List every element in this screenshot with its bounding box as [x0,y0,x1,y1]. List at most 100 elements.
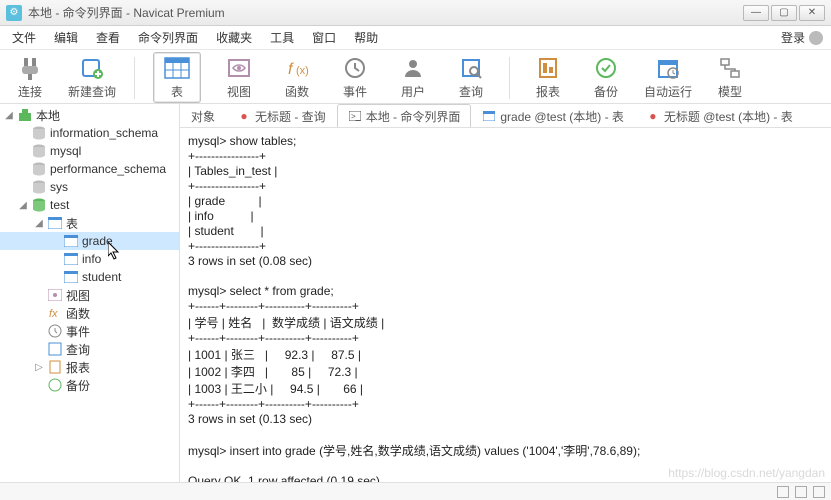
function-icon: fx [47,306,63,320]
dirty-dot-icon: ● [237,109,251,123]
main-area: 对象 ●无标题 - 查询 >_本地 - 命令列界面 grade @test (本… [180,104,831,482]
toolbar-view-label: 视图 [227,83,251,100]
menu-view[interactable]: 查看 [92,27,124,48]
tree-reports[interactable]: ▷报表 [0,358,179,376]
status-pane-toggle[interactable] [813,486,825,498]
menu-edit[interactable]: 编辑 [50,27,82,48]
tree-backups[interactable]: 备份 [0,376,179,394]
tree-db[interactable]: mysql [0,142,179,160]
tree-views[interactable]: 视图 [0,286,179,304]
toolbar-function[interactable]: f(x) 函数 [277,55,317,100]
tree-table-grade[interactable]: grade [0,232,179,250]
toolbar: 连接 新建查询 表 视图 f(x) 函数 事件 用户 查询 报表 备份 自动运行 [0,50,831,104]
toolbar-query-label: 查询 [459,83,483,100]
menu-window[interactable]: 窗口 [308,27,340,48]
tab-query-untitled[interactable]: ●无标题 - 查询 [226,104,337,127]
tree-functions[interactable]: fx函数 [0,304,179,322]
menu-tools[interactable]: 工具 [266,27,298,48]
tree-queries[interactable]: 查询 [0,340,179,358]
tab-grade-table[interactable]: grade @test (本地) - 表 [471,104,635,127]
backup-icon [593,55,619,81]
database-icon [31,162,47,176]
table-icon [63,270,79,284]
menu-file[interactable]: 文件 [8,27,40,48]
close-button[interactable]: ✕ [799,5,825,21]
toolbar-backup[interactable]: 备份 [586,55,626,100]
svg-text:f: f [288,61,294,78]
toolbar-backup-label: 备份 [594,83,618,100]
status-pane-toggle[interactable] [795,486,807,498]
toolbar-connect[interactable]: 连接 [10,55,50,100]
toolbar-autorun[interactable]: 自动运行 [644,55,692,100]
toolbar-function-label: 函数 [285,83,309,100]
title-bar: ⚙ 本地 - 命令列界面 - Navicat Premium — ▢ ✕ [0,0,831,26]
tab-strip: 对象 ●无标题 - 查询 >_本地 - 命令列界面 grade @test (本… [180,104,831,128]
toolbar-view[interactable]: 视图 [219,55,259,100]
window-title: 本地 - 命令列界面 - Navicat Premium [28,4,743,21]
view-icon [226,55,252,81]
tree-db-open[interactable]: ◢test [0,196,179,214]
toolbar-table-label: 表 [171,83,183,100]
toolbar-connect-label: 连接 [18,83,42,100]
tab-untitled-table[interactable]: ●无标题 @test (本地) - 表 [635,104,804,127]
svg-text:fx: fx [49,308,58,320]
tree-db[interactable]: information_schema [0,124,179,142]
tree-table-info[interactable]: info [0,250,179,268]
tab-objects[interactable]: 对象 [180,104,226,127]
login-label: 登录 [781,29,805,46]
login-button[interactable]: 登录 [781,29,823,46]
minimize-button[interactable]: — [743,5,769,21]
clock-icon [47,324,63,338]
menu-bar: 文件 编辑 查看 命令列界面 收藏夹 工具 窗口 帮助 登录 [0,26,831,50]
database-icon [31,180,47,194]
user-icon [400,55,426,81]
toolbar-model-label: 模型 [718,83,742,100]
table-icon [63,234,79,248]
database-icon [31,126,47,140]
new-query-icon [79,55,105,81]
connection-tree[interactable]: ◢本地 information_schema mysql performance… [0,104,180,482]
model-icon [717,55,743,81]
menu-cli[interactable]: 命令列界面 [134,27,202,48]
toolbar-event-label: 事件 [343,83,367,100]
toolbar-autorun-label: 自动运行 [644,83,692,100]
tab-cli[interactable]: >_本地 - 命令列界面 [337,104,472,127]
table-icon [482,109,496,123]
tree-table-student[interactable]: student [0,268,179,286]
tree-connection[interactable]: ◢本地 [0,106,179,124]
toolbar-model[interactable]: 模型 [710,55,750,100]
database-icon [31,144,47,158]
backup-icon [47,378,63,392]
table-icon [63,252,79,266]
menu-help[interactable]: 帮助 [350,27,382,48]
toolbar-report[interactable]: 报表 [528,55,568,100]
query-icon [47,342,63,356]
toolbar-query[interactable]: 查询 [451,55,491,100]
function-icon: f(x) [284,55,310,81]
database-icon [31,198,47,212]
mysql-console[interactable]: mysql> show tables; +----------------+ |… [180,128,831,482]
table-icon [164,55,190,81]
toolbar-event[interactable]: 事件 [335,55,375,100]
toolbar-table[interactable]: 表 [153,52,201,103]
tree-db[interactable]: performance_schema [0,160,179,178]
app-icon: ⚙ [6,5,22,21]
terminal-icon: >_ [348,109,362,123]
toolbar-user[interactable]: 用户 [393,55,433,100]
toolbar-report-label: 报表 [536,83,560,100]
toolbar-user-label: 用户 [401,83,425,100]
clock-icon [342,55,368,81]
tree-events[interactable]: 事件 [0,322,179,340]
user-avatar-icon [809,31,823,45]
toolbar-new-query[interactable]: 新建查询 [68,55,116,100]
toolbar-separator [134,57,135,99]
plug-icon [17,55,43,81]
tree-db[interactable]: sys [0,178,179,196]
status-pane-toggle[interactable] [777,486,789,498]
tree-connection-label: 本地 [36,107,60,124]
menu-favorites[interactable]: 收藏夹 [212,27,256,48]
query-icon [458,55,484,81]
maximize-button[interactable]: ▢ [771,5,797,21]
dirty-dot-icon: ● [646,109,660,123]
tree-tables-folder[interactable]: ◢表 [0,214,179,232]
